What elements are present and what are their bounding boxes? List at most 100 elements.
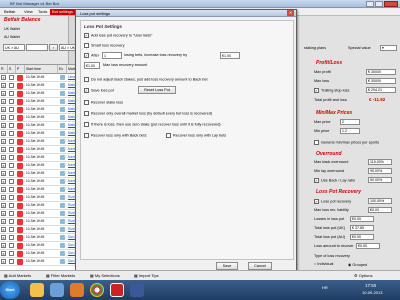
remove-market-button[interactable]: X xyxy=(1,139,6,144)
remove-market-button[interactable]: X xyxy=(1,211,6,216)
recover-stake-checkbox[interactable] xyxy=(84,100,89,105)
trailing-stop-checkbox[interactable]: ✓ xyxy=(314,88,319,93)
remove-market-button[interactable]: X xyxy=(1,115,6,120)
menu-view[interactable]: View xyxy=(22,9,35,15)
remove-market-button[interactable]: X xyxy=(1,155,6,160)
s-checkbox[interactable] xyxy=(9,115,14,120)
remove-market-button[interactable]: X xyxy=(1,259,6,264)
remove-market-button[interactable]: X xyxy=(1,131,6,136)
s-checkbox[interactable] xyxy=(9,75,14,80)
my-selections-tab[interactable]: ▦ My Selections xyxy=(88,272,122,280)
s-checkbox[interactable] xyxy=(9,131,14,136)
only-lay-checkbox[interactable] xyxy=(166,133,171,138)
remove-market-button[interactable]: X xyxy=(1,203,6,208)
chrome-icon[interactable] xyxy=(90,283,104,297)
app-icon[interactable] xyxy=(70,283,84,297)
chat-icon[interactable] xyxy=(130,283,144,297)
remove-market-button[interactable]: X xyxy=(1,219,6,224)
bfbot-icon[interactable] xyxy=(110,283,124,297)
remove-market-button[interactable]: X xyxy=(1,187,6,192)
only-back-checkbox[interactable] xyxy=(84,133,89,138)
increase-input[interactable]: €1.00 xyxy=(220,52,240,59)
max-profit-input[interactable]: € 30000 xyxy=(366,69,396,75)
s-checkbox[interactable] xyxy=(9,99,14,104)
menu-betfair[interactable]: Betfair xyxy=(2,9,18,15)
filter-markets-tab[interactable]: ▦ Filter Markets xyxy=(44,272,77,280)
maximize-button[interactable] xyxy=(375,1,383,7)
s-checkbox[interactable] xyxy=(9,123,14,128)
cancel-button[interactable]: Cancel xyxy=(248,262,272,270)
remove-market-button[interactable]: X xyxy=(1,123,6,128)
remove-market-button[interactable]: X xyxy=(1,107,6,112)
s-checkbox[interactable] xyxy=(9,155,14,160)
explorer-icon[interactable] xyxy=(30,283,44,297)
s-checkbox[interactable] xyxy=(9,147,14,152)
add-loss-checkbox[interactable]: ✓ xyxy=(84,33,89,38)
remove-market-button[interactable]: X xyxy=(1,163,6,168)
remove-market-button[interactable]: X xyxy=(1,235,6,240)
s-checkbox[interactable] xyxy=(9,107,14,112)
use-back-checkbox[interactable]: ✓ xyxy=(314,178,319,183)
remove-market-button[interactable]: X xyxy=(1,91,6,96)
s-checkbox[interactable] xyxy=(9,251,14,256)
s-checkbox[interactable] xyxy=(9,195,14,200)
s-checkbox[interactable] xyxy=(9,259,14,264)
if-more-checkbox[interactable] xyxy=(84,122,89,127)
uk-amount-input[interactable] xyxy=(26,44,48,51)
individual-radio[interactable]: ○ Individual xyxy=(314,262,333,266)
s-checkbox[interactable] xyxy=(9,139,14,144)
remove-market-button[interactable]: X xyxy=(1,179,6,184)
dont-adjust-checkbox[interactable] xyxy=(84,77,89,82)
col-p[interactable]: P xyxy=(16,65,25,74)
remove-market-button[interactable]: X xyxy=(1,195,6,200)
remove-market-button[interactable]: X xyxy=(1,243,6,248)
after-checkbox[interactable]: ✓ xyxy=(84,53,89,58)
col-r[interactable]: R xyxy=(0,65,8,74)
s-checkbox[interactable] xyxy=(9,91,14,96)
s-checkbox[interactable] xyxy=(9,83,14,88)
col-ev[interactable]: Ev xyxy=(58,65,67,74)
special-value-select[interactable]: ▾ xyxy=(380,45,397,51)
remove-market-button[interactable]: X xyxy=(1,251,6,256)
s-checkbox[interactable] xyxy=(9,211,14,216)
max-loss-input[interactable]: € 30000 xyxy=(366,78,396,84)
min-price-input[interactable]: 1.2 xyxy=(340,128,360,134)
use-back-input[interactable]: 50.00% xyxy=(368,177,392,183)
s-checkbox[interactable] xyxy=(9,187,14,192)
save-pot-checkbox[interactable]: ✓ xyxy=(84,88,89,93)
minimize-button[interactable] xyxy=(366,1,374,7)
s-checkbox[interactable] xyxy=(9,235,14,240)
lose-pot-checkbox[interactable]: ✓ xyxy=(314,199,319,204)
max-price-input[interactable]: 2 xyxy=(340,119,360,125)
remove-market-button[interactable]: X xyxy=(1,227,6,232)
max-back-input[interactable]: 115.00% xyxy=(368,159,392,165)
menu-tools[interactable]: Tools xyxy=(36,9,49,15)
remove-market-button[interactable]: X xyxy=(1,171,6,176)
close-window-button[interactable] xyxy=(384,1,398,7)
media-icon[interactable] xyxy=(50,283,64,297)
start-menu-button[interactable]: Start xyxy=(0,281,20,299)
s-checkbox[interactable] xyxy=(9,227,14,232)
remove-market-button[interactable]: X xyxy=(1,147,6,152)
col-start-time[interactable]: Start time xyxy=(25,65,58,74)
s-checkbox[interactable] xyxy=(9,219,14,224)
col-s[interactable]: S xyxy=(8,65,16,74)
s-checkbox[interactable] xyxy=(9,179,14,184)
reset-loss-pot-button[interactable]: Reset Loss Pot xyxy=(138,86,176,94)
remove-market-button[interactable]: X xyxy=(1,83,6,88)
s-checkbox[interactable] xyxy=(9,171,14,176)
trailing-stop-input[interactable]: € 294.21 xyxy=(366,87,396,93)
dialog-close-icon[interactable]: ✕ xyxy=(287,10,294,16)
s-checkbox[interactable] xyxy=(9,243,14,248)
s-checkbox[interactable] xyxy=(9,163,14,168)
grouped-radio[interactable]: ◉ Grouped xyxy=(348,262,367,267)
max-loss-liab-input[interactable]: €0.00 xyxy=(368,207,392,213)
lose-pot-input[interactable]: 100.00% xyxy=(368,198,392,204)
import-tips-tab[interactable]: ▦ Import Tips xyxy=(132,272,161,280)
add-markets-tab[interactable]: ▦ Add Markets xyxy=(2,272,33,280)
uk-transfer-select[interactable]: UK > AU xyxy=(3,44,25,51)
language-indicator[interactable]: HR xyxy=(322,285,328,290)
save-button[interactable]: Save xyxy=(216,262,238,270)
max-recovery-input[interactable]: €1.00 xyxy=(84,62,100,69)
remove-market-button[interactable]: X xyxy=(1,99,6,104)
